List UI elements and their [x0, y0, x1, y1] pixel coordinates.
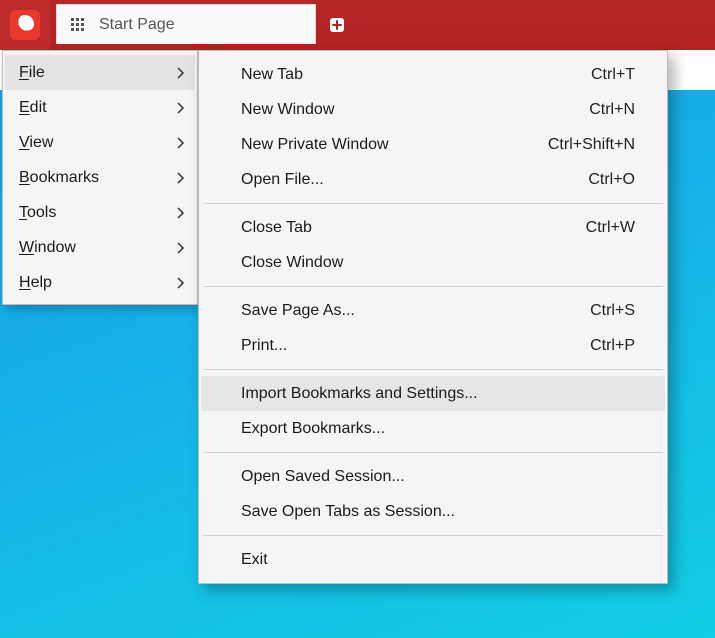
menu-item-window[interactable]: Window [5, 230, 195, 265]
chevron-right-icon [177, 67, 185, 79]
chevron-right-icon [177, 172, 185, 184]
chevron-right-icon [177, 242, 185, 254]
chevron-right-icon [177, 207, 185, 219]
menu-item-label: Bookmarks [19, 169, 99, 187]
file-submenu: New TabCtrl+TNew WindowCtrl+NNew Private… [198, 50, 668, 584]
menu-item-label: New Tab [241, 66, 591, 84]
file-menu-item-exit[interactable]: Exit [201, 542, 665, 577]
menu-item-label: Help [19, 274, 52, 292]
menu-item-label: Export Bookmarks... [241, 420, 635, 438]
menu-item-label: Open Saved Session... [241, 468, 635, 486]
file-menu-item-new-private-window[interactable]: New Private WindowCtrl+Shift+N [201, 127, 665, 162]
file-menu-item-new-tab[interactable]: New TabCtrl+T [201, 57, 665, 92]
file-menu-item-save-page-as[interactable]: Save Page As...Ctrl+S [201, 293, 665, 328]
menu-item-shortcut: Ctrl+O [588, 171, 635, 189]
menu-item-label: Close Window [241, 254, 635, 272]
menu-item-shortcut: Ctrl+N [589, 101, 635, 119]
menu-item-label: Tools [19, 204, 56, 222]
tab-start-page[interactable]: Start Page [56, 4, 316, 44]
file-menu-item-import-bookmarks-and-settings[interactable]: Import Bookmarks and Settings... [201, 376, 665, 411]
menu-item-label: Open File... [241, 171, 588, 189]
file-menu-item-open-file[interactable]: Open File...Ctrl+O [201, 162, 665, 197]
menu-item-shortcut: Ctrl+W [586, 219, 635, 237]
menu-item-edit[interactable]: Edit [5, 90, 195, 125]
menu-item-tools[interactable]: Tools [5, 195, 195, 230]
tab-title: Start Page [99, 16, 175, 34]
file-menu-item-open-saved-session[interactable]: Open Saved Session... [201, 459, 665, 494]
speed-dial-icon [71, 18, 85, 32]
menu-item-help[interactable]: Help [5, 265, 195, 300]
menu-separator [203, 452, 663, 453]
menu-item-view[interactable]: View [5, 125, 195, 160]
menu-item-label: New Private Window [241, 136, 548, 154]
menu-item-label: Exit [241, 551, 635, 569]
main-menu: File Edit View Bookmarks Tools Window Help [2, 50, 198, 305]
file-menu-item-save-open-tabs-as-session[interactable]: Save Open Tabs as Session... [201, 494, 665, 529]
menu-item-label: New Window [241, 101, 589, 119]
menu-separator [203, 369, 663, 370]
menu-item-label: Import Bookmarks and Settings... [241, 385, 635, 403]
file-menu-item-export-bookmarks[interactable]: Export Bookmarks... [201, 411, 665, 446]
title-bar: Start Page [0, 0, 715, 50]
menu-item-file[interactable]: File [5, 55, 195, 90]
chevron-right-icon [177, 277, 185, 289]
menu-separator [203, 203, 663, 204]
browser-window: Start Page File Edit View Bookmarks Tools Win… [0, 0, 715, 638]
menu-item-label: Save Open Tabs as Session... [241, 503, 635, 521]
menu-item-shortcut: Ctrl+T [591, 66, 635, 84]
menu-item-label: Edit [19, 99, 47, 117]
file-menu-item-close-tab[interactable]: Close TabCtrl+W [201, 210, 665, 245]
file-menu-item-print[interactable]: Print...Ctrl+P [201, 328, 665, 363]
menu-item-label: File [19, 64, 45, 82]
menu-item-shortcut: Ctrl+Shift+N [548, 136, 635, 154]
menu-item-label: Save Page As... [241, 302, 590, 320]
plus-icon [327, 15, 347, 35]
chevron-right-icon [177, 102, 185, 114]
menu-item-label: Close Tab [241, 219, 586, 237]
vivaldi-logo-icon [10, 10, 40, 40]
menu-separator [203, 535, 663, 536]
file-menu-item-new-window[interactable]: New WindowCtrl+N [201, 92, 665, 127]
vivaldi-menu-button[interactable] [0, 0, 50, 50]
menu-item-shortcut: Ctrl+S [590, 302, 635, 320]
menu-separator [203, 286, 663, 287]
menu-item-label: Window [19, 239, 76, 257]
menu-item-bookmarks[interactable]: Bookmarks [5, 160, 195, 195]
chevron-right-icon [177, 137, 185, 149]
menu-item-label: Print... [241, 337, 590, 355]
menu-item-shortcut: Ctrl+P [590, 337, 635, 355]
menu-item-label: View [19, 134, 53, 152]
file-menu-item-close-window[interactable]: Close Window [201, 245, 665, 280]
new-tab-button[interactable] [322, 6, 352, 44]
